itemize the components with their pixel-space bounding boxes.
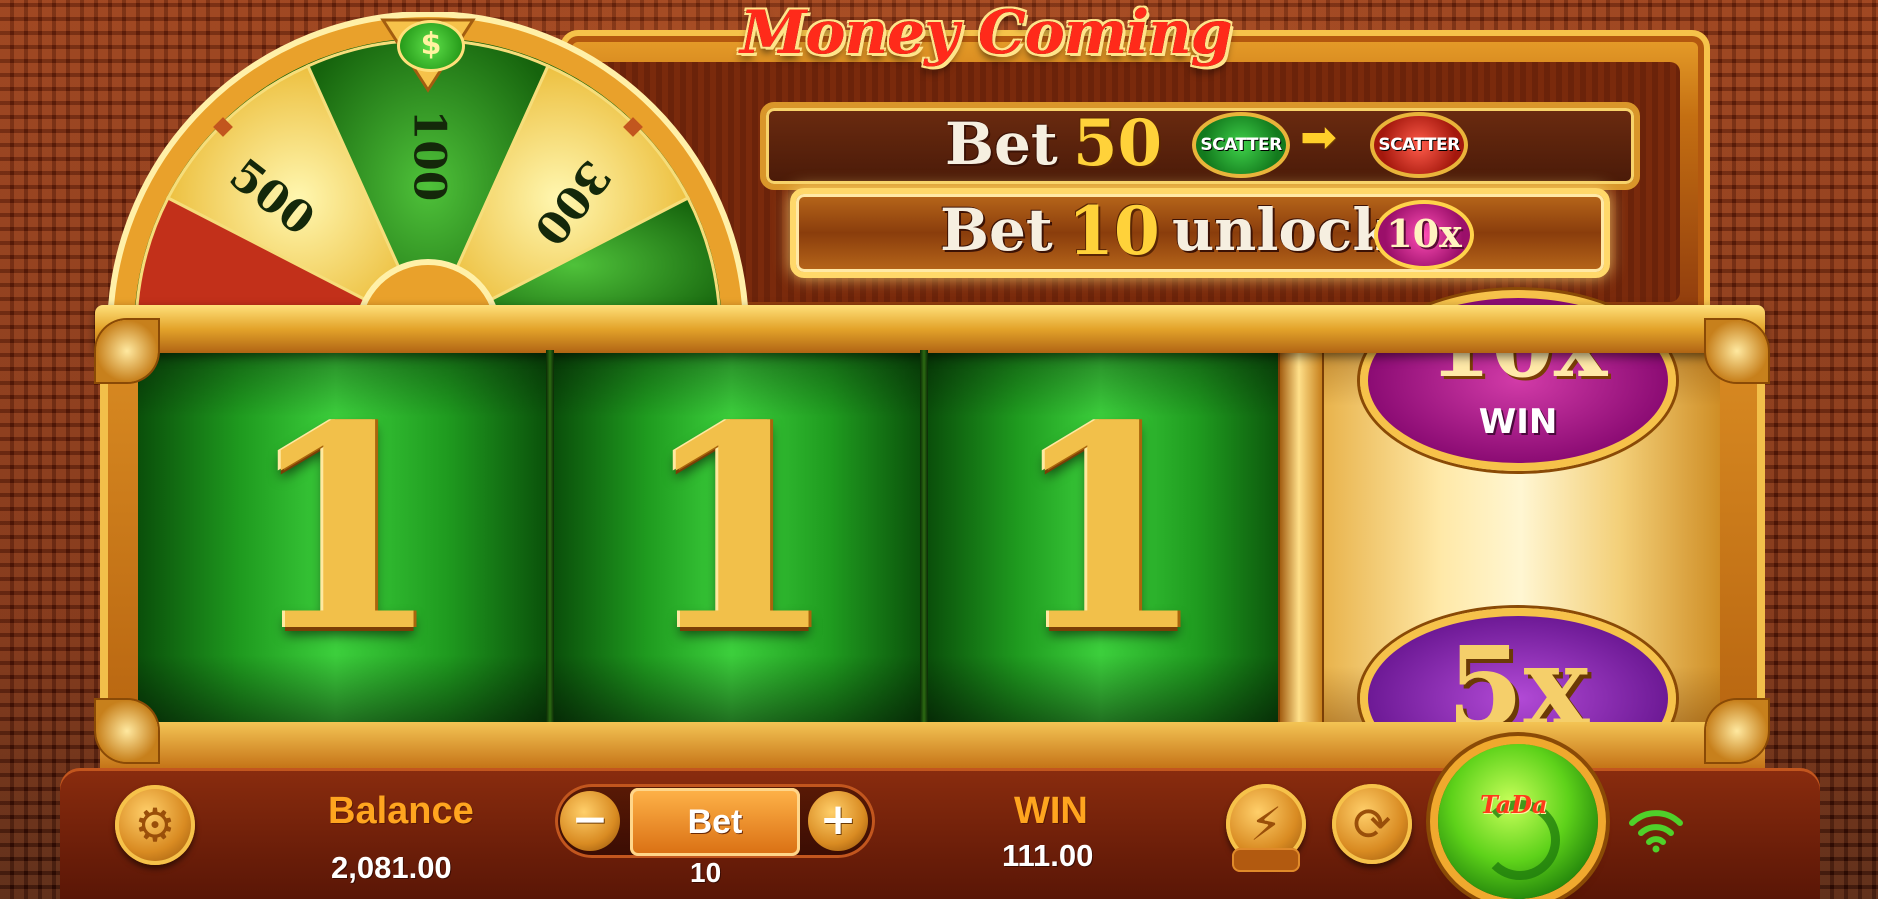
- wheel-segment-100: 100: [403, 109, 455, 202]
- multiplier-10x-win-label: WIN: [1478, 402, 1558, 442]
- reel-3-symbol: 1: [1010, 365, 1206, 694]
- reel-3: 1: [928, 350, 1288, 722]
- game-title: Money Coming: [740, 0, 1233, 68]
- reel-2: 1: [554, 350, 924, 722]
- balance-value: 2,081.00: [331, 850, 452, 885]
- autoplay-button[interactable]: ⟳: [1332, 784, 1412, 864]
- bet-increase-button[interactable]: +: [808, 791, 868, 851]
- settings-button[interactable]: ⚙: [115, 785, 195, 865]
- balance-label: Balance: [328, 790, 474, 832]
- wheel-pointer-badge: $: [397, 20, 465, 72]
- bet-label-pill: Bet: [630, 788, 800, 856]
- multiplier-10x-badge: 10x: [1374, 200, 1474, 270]
- reel-divider: [920, 350, 928, 722]
- frame-ornament-top-right: [1706, 320, 1768, 382]
- spin-button-label: TaDa: [1480, 790, 1548, 819]
- lightning-icon: ⚡: [1249, 797, 1283, 851]
- autoplay-icon: ⟳: [1352, 797, 1392, 851]
- dollar-icon: $: [420, 27, 442, 62]
- reel-frame-top-rail: [95, 305, 1765, 353]
- turbo-indicator: [1232, 848, 1300, 872]
- promo2-bet-amount: 10: [1068, 192, 1160, 270]
- reel-divider: [546, 350, 554, 722]
- frame-ornament-top-left: [96, 320, 158, 382]
- win-label: WIN: [1014, 790, 1088, 832]
- promo2-unlock-label: unlock: [1172, 196, 1393, 264]
- scatter-green-badge: SCATTER: [1192, 112, 1290, 178]
- bet-value: 10: [690, 857, 722, 888]
- promo2-bet-label: Bet: [940, 196, 1053, 264]
- wifi-icon: [1629, 810, 1683, 853]
- promo1-bet-amount: 50: [1073, 106, 1163, 181]
- frame-ornament-bottom-left: [96, 700, 158, 762]
- bonus-wheel: $ 500 100 300: [108, 12, 748, 342]
- bet-decrease-button[interactable]: −: [560, 791, 620, 851]
- reel-1: 1: [138, 350, 550, 722]
- reel-1-symbol: 1: [246, 365, 442, 694]
- promo1-bet-label: Bet: [945, 110, 1058, 178]
- frame-ornament-bottom-right: [1706, 700, 1768, 762]
- reel-2-symbol: 1: [641, 365, 837, 694]
- scatter-red-badge: SCATTER: [1370, 112, 1468, 178]
- gear-icon: ⚙: [134, 798, 176, 852]
- arrow-right-icon: ➡: [1300, 112, 1337, 163]
- win-value: 111.00: [1002, 838, 1094, 873]
